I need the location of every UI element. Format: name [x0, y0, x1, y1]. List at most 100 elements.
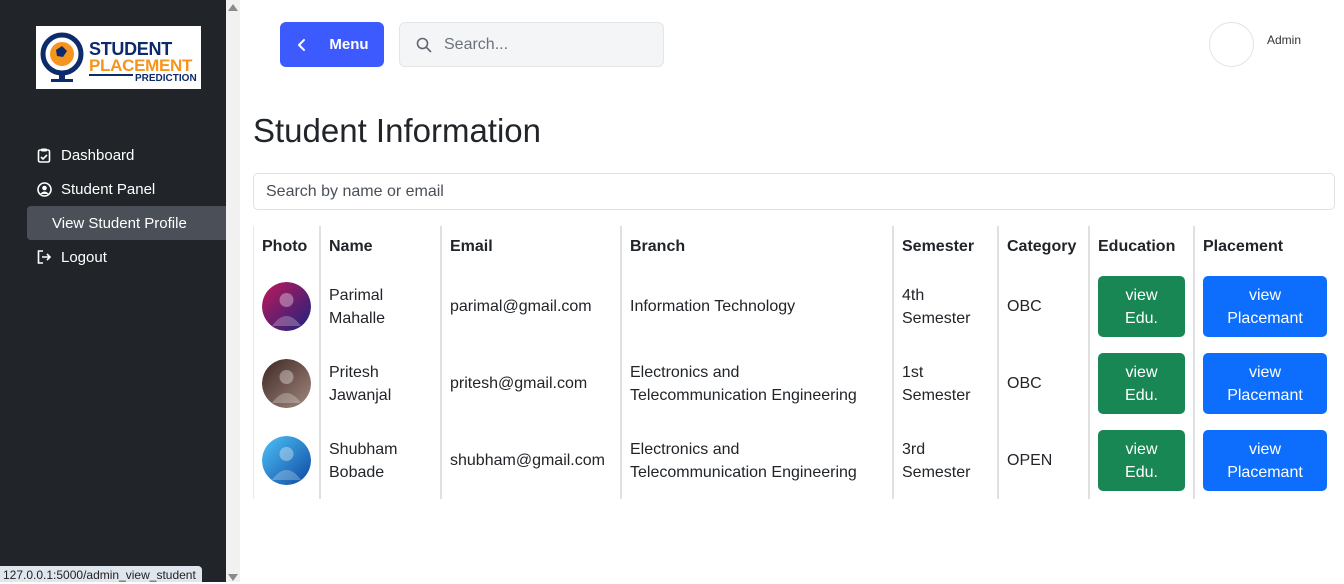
scroll-down-arrow-icon[interactable]: [228, 574, 238, 581]
semester-number: 4th: [902, 286, 925, 304]
column-header-semester: Semester: [892, 226, 998, 268]
menu-button[interactable]: Menu: [280, 22, 384, 67]
avatar[interactable]: [1209, 22, 1254, 67]
semester-cell: 3rd Semester: [892, 422, 998, 499]
button-line-2: Placemant: [1227, 309, 1303, 327]
clipboard-check-icon: [36, 147, 52, 163]
email-cell: shubham@gmail.com: [440, 422, 621, 499]
branch-line-2: Telecommunication Engineering: [630, 386, 857, 404]
brand-line-2: PLACEMENT: [89, 56, 193, 75]
student-filter-input[interactable]: [253, 173, 1335, 210]
student-last-name: Bobade: [329, 463, 385, 481]
header-search[interactable]: [399, 22, 664, 67]
view-placement-button[interactable]: view Placemant: [1203, 276, 1327, 337]
search-input[interactable]: [444, 35, 644, 54]
student-last-name: Mahalle: [329, 309, 386, 327]
sidebar-item-student-panel[interactable]: Student Panel: [27, 172, 226, 206]
chevron-left-icon: [295, 38, 309, 52]
photo-cell: [253, 345, 320, 422]
student-category: OPEN: [1007, 452, 1053, 469]
column-header-category: Category: [997, 226, 1089, 268]
photo-cell: [253, 422, 320, 499]
category-cell: OBC: [997, 268, 1089, 345]
search-icon: [416, 37, 432, 53]
view-placement-button[interactable]: view Placemant: [1203, 353, 1327, 414]
email-cell: pritesh@gmail.com: [440, 345, 621, 422]
view-education-button[interactable]: view Edu.: [1098, 430, 1185, 491]
sidebar-item-view-student-profile[interactable]: View Student Profile: [27, 206, 226, 240]
photo-cell: [253, 268, 320, 345]
student-email: pritesh@gmail.com: [450, 375, 588, 392]
globe-logo-icon: [40, 32, 84, 82]
branch-cell: Information Technology: [620, 268, 893, 345]
button-line-1: view: [1248, 363, 1281, 381]
sidebar-item-logout[interactable]: Logout: [27, 240, 226, 274]
view-placement-button[interactable]: view Placemant: [1203, 430, 1327, 491]
semester-cell: 1st Semester: [892, 345, 998, 422]
student-email: shubham@gmail.com: [450, 452, 605, 469]
brand-logo[interactable]: STUDENT PLACEMENT PREDICTION: [36, 26, 201, 89]
view-education-button[interactable]: view Edu.: [1098, 353, 1185, 414]
student-photo: [262, 359, 311, 408]
sidebar: STUDENT PLACEMENT PREDICTION Dashboard S…: [0, 0, 226, 582]
semester-word: Semester: [902, 463, 971, 481]
column-header-photo: Photo: [253, 226, 320, 268]
student-first-name: Parimal: [329, 286, 384, 304]
student-category: OBC: [1007, 375, 1042, 392]
semester-word: Semester: [902, 386, 971, 404]
semester-number: 3rd: [902, 440, 926, 458]
menu-button-label: Menu: [329, 36, 369, 53]
semester-cell: 4th Semester: [892, 268, 998, 345]
button-line-1: view: [1125, 363, 1158, 381]
button-line-2: Edu.: [1125, 463, 1158, 481]
sidebar-item-label: Logout: [61, 248, 107, 266]
column-header-email: Email: [440, 226, 621, 268]
user-name[interactable]: Admin: [1267, 33, 1301, 47]
branch-line-1: Electronics and: [630, 440, 740, 458]
column-header-education: Education: [1088, 226, 1194, 268]
student-photo: [262, 282, 311, 331]
column-header-branch: Branch: [620, 226, 893, 268]
students-table: Photo Name Email Branch Semester Categor…: [253, 226, 1337, 499]
logout-icon: [36, 249, 52, 265]
scroll-up-arrow-icon[interactable]: [228, 4, 238, 11]
page-title: Student Information: [253, 112, 542, 149]
scrollbar[interactable]: [226, 0, 240, 582]
button-line-2: Edu.: [1125, 386, 1158, 404]
table-row: Shubham Bobade shubham@gmail.com Electron…: [253, 422, 1337, 499]
sidebar-item-label: Dashboard: [61, 146, 135, 164]
button-line-1: view: [1248, 286, 1281, 304]
student-category: OBC: [1007, 298, 1042, 315]
view-education-button[interactable]: view Edu.: [1098, 276, 1185, 337]
button-line-1: view: [1248, 440, 1281, 458]
sidebar-nav: Dashboard Student Panel View Student Pro…: [27, 138, 226, 274]
student-first-name: Shubham: [329, 440, 398, 458]
button-line-1: view: [1125, 286, 1158, 304]
column-header-placement: Placement: [1193, 226, 1337, 268]
education-cell: view Edu.: [1088, 422, 1194, 499]
email-cell: parimal@gmail.com: [440, 268, 621, 345]
button-line-2: Edu.: [1125, 309, 1158, 327]
sidebar-item-dashboard[interactable]: Dashboard: [27, 138, 226, 172]
table-header-row: Photo Name Email Branch Semester Categor…: [253, 226, 1337, 268]
table-row: Parimal Mahalle parimal@gmail.com Informa…: [253, 268, 1337, 345]
user-circle-icon: [36, 181, 52, 197]
name-cell: Shubham Bobade: [319, 422, 441, 499]
semester-number: 1st: [902, 363, 924, 381]
button-line-2: Placemant: [1227, 386, 1303, 404]
branch-line-2: Telecommunication Engineering: [630, 463, 857, 481]
sidebar-item-label: Student Panel: [61, 180, 156, 198]
semester-word: Semester: [902, 309, 971, 327]
branch-line-1: Information Technology: [630, 298, 796, 315]
student-first-name: Pritesh: [329, 363, 379, 381]
branch-cell: Electronics and Telecommunication Enginee…: [620, 422, 893, 499]
sidebar-item-label: View Student Profile: [52, 214, 187, 232]
education-cell: view Edu.: [1088, 268, 1194, 345]
column-header-name: Name: [319, 226, 441, 268]
student-email: parimal@gmail.com: [450, 298, 592, 315]
student-last-name: Jawanjal: [329, 386, 392, 404]
category-cell: OPEN: [997, 422, 1089, 499]
branch-line-1: Electronics and: [630, 363, 740, 381]
brand-line-3: PREDICTION: [133, 73, 199, 85]
button-line-2: Placemant: [1227, 463, 1303, 481]
